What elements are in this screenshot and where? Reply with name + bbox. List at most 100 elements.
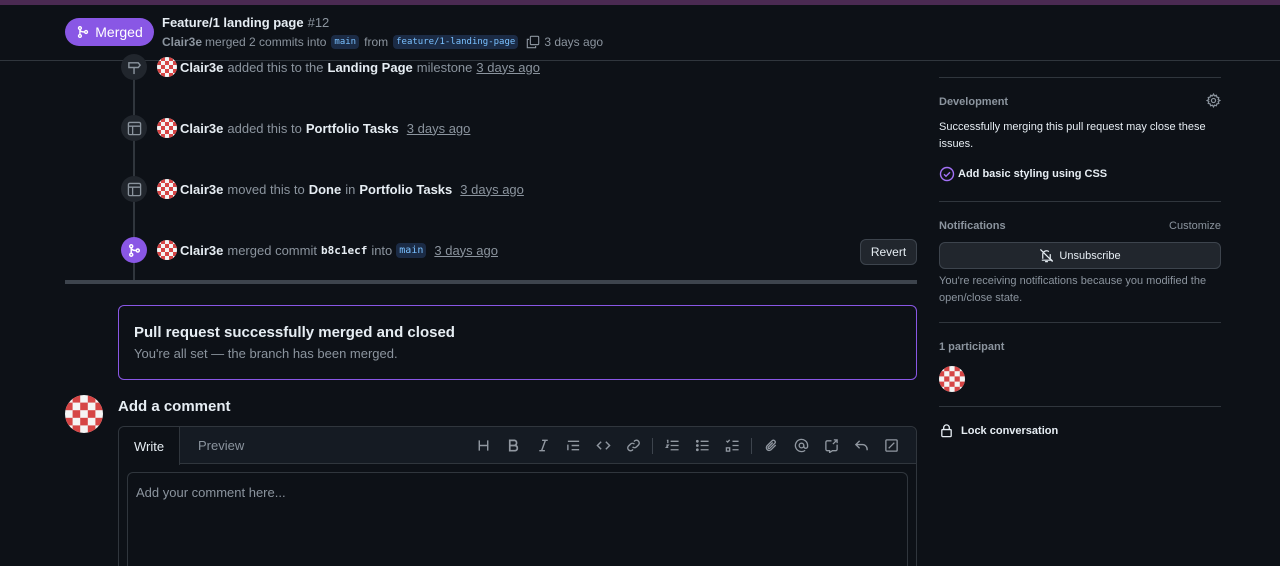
timeline-event-project-add: Clair3e added this to Portfolio Tasks 3 … <box>121 115 470 141</box>
sticky-header: Merged Feature/1 landing page #12 Clair3e… <box>0 5 1280 61</box>
milestone-badge <box>121 54 147 80</box>
issue-closed-icon <box>939 166 955 182</box>
italic-icon[interactable] <box>528 431 558 461</box>
reply-icon[interactable] <box>846 431 876 461</box>
pr-time: 3 days ago <box>544 35 604 49</box>
merge-branch[interactable]: main <box>396 242 427 258</box>
event-text: milestone <box>416 59 473 75</box>
status-done: Done <box>308 181 342 197</box>
linked-issue-title: Add basic styling using CSS <box>958 168 1108 180</box>
pr-meta: Clair3e merged 2 commits into main from … <box>162 35 603 49</box>
event-text: moved this to <box>227 181 305 197</box>
event-time[interactable]: 3 days ago <box>407 121 471 136</box>
sidebar-divider <box>939 322 1221 323</box>
project-link[interactable]: Portfolio Tasks <box>306 121 399 136</box>
pr-title-text[interactable]: Feature/1 landing page <box>162 15 304 30</box>
development-text: Successfully merging this pull request m… <box>939 121 1206 150</box>
event-time[interactable]: 3 days ago <box>460 182 524 197</box>
timeline-event-project-move: Clair3e moved this to Done in Portfolio … <box>121 176 524 202</box>
toolbar-separator <box>652 437 653 454</box>
reference-icon[interactable] <box>816 431 846 461</box>
comment-editor: Write Preview Add your comment here... <box>118 426 917 566</box>
mention-icon[interactable] <box>786 431 816 461</box>
project-badge <box>121 115 147 141</box>
attach-icon[interactable] <box>756 431 786 461</box>
commit-sha[interactable]: b8c1ecf <box>321 244 367 257</box>
sidebar-divider <box>939 77 1221 78</box>
head-branch[interactable]: feature/1-landing-page <box>393 35 519 49</box>
event-text: added this to the <box>227 59 324 75</box>
pr-title: Feature/1 landing page #12 <box>162 15 329 30</box>
notifications-text: You're receiving notifications because y… <box>939 275 1207 304</box>
pr-from-text: from <box>364 35 389 49</box>
customize-link[interactable]: Customize <box>1150 220 1221 232</box>
code-icon[interactable] <box>588 431 618 461</box>
quote-icon[interactable] <box>558 431 588 461</box>
avatar[interactable] <box>157 118 177 138</box>
pr-number: #12 <box>307 15 330 30</box>
participants-heading: 1 participant <box>939 341 1005 353</box>
project-link[interactable]: Portfolio Tasks <box>359 182 452 197</box>
development-heading[interactable]: Development <box>939 96 1221 108</box>
revert-button[interactable]: Revert <box>860 239 917 265</box>
base-branch[interactable]: main <box>331 35 360 49</box>
merge-icon <box>78 25 89 39</box>
timeline-end-divider <box>65 280 917 284</box>
project-table-icon <box>127 121 141 135</box>
tab-write[interactable]: Write <box>119 427 181 465</box>
unsubscribe-label: Unsubscribe <box>1059 249 1121 262</box>
gear-icon[interactable] <box>1205 92 1222 109</box>
event-text: in <box>345 181 356 197</box>
task-list-icon[interactable] <box>717 431 747 461</box>
avatar[interactable] <box>157 240 177 260</box>
bell-slash-icon <box>1040 248 1054 263</box>
lock-conversation[interactable]: Lock conversation <box>939 423 1058 438</box>
merge-badge <box>121 237 147 263</box>
toolbar-separator <box>751 437 752 454</box>
event-time[interactable]: 3 days ago <box>434 243 498 258</box>
merged-status-box: Pull request successfully merged and clo… <box>118 305 917 380</box>
tab-preview[interactable]: Preview <box>183 427 259 464</box>
event-time[interactable]: 3 days ago <box>476 60 540 75</box>
avatar[interactable] <box>157 179 177 199</box>
comment-textarea[interactable]: Add your comment here... <box>127 472 908 566</box>
lock-conversation-label: Lock conversation <box>961 424 1059 437</box>
event-user[interactable]: Clair3e <box>180 243 223 258</box>
avatar[interactable] <box>157 57 177 77</box>
sidebar-divider <box>939 406 1221 407</box>
event-user[interactable]: Clair3e <box>180 121 223 136</box>
fullscreen-icon[interactable] <box>876 431 906 461</box>
milestone-link[interactable]: Landing Page <box>328 60 413 75</box>
bold-icon[interactable] <box>498 431 528 461</box>
event-text: merged commit <box>227 242 317 258</box>
event-user[interactable]: Clair3e <box>180 60 223 75</box>
add-comment-heading: Add a comment <box>118 398 231 415</box>
lock-icon <box>941 424 952 438</box>
ordered-list-icon[interactable] <box>657 431 687 461</box>
merged-state-badge: Merged <box>65 18 154 46</box>
event-user[interactable]: Clair3e <box>180 182 223 197</box>
link-icon[interactable] <box>618 431 648 461</box>
merged-box-heading: Pull request successfully merged and clo… <box>134 324 455 341</box>
current-user-avatar[interactable] <box>65 395 103 433</box>
merged-state-label: Merged <box>95 24 143 40</box>
linked-issue[interactable]: Add basic styling using CSS <box>939 166 1107 182</box>
heading-icon[interactable] <box>468 431 498 461</box>
copy-icon[interactable] <box>526 35 540 49</box>
timeline-event-merge: Clair3e merged commit b8c1ecf into main … <box>121 237 498 263</box>
participant-avatar[interactable] <box>939 366 965 392</box>
pr-author[interactable]: Clair3e <box>162 35 202 49</box>
event-text: into <box>371 242 393 258</box>
merged-box-subtext: You're all set — the branch has been mer… <box>134 346 398 361</box>
sidebar-divider <box>939 201 1221 202</box>
timeline-event-milestone: Clair3e added this to the Landing Page m… <box>121 54 540 80</box>
unsubscribe-button[interactable]: Unsubscribe <box>939 242 1221 269</box>
project-badge <box>121 176 147 202</box>
milestone-icon <box>127 61 141 74</box>
event-text: added this to <box>227 120 302 136</box>
project-table-icon <box>127 182 141 196</box>
pr-merge-text: merged 2 commits into <box>205 35 327 49</box>
unordered-list-icon[interactable] <box>687 431 717 461</box>
merge-icon <box>128 243 140 257</box>
markdown-toolbar <box>468 427 906 464</box>
